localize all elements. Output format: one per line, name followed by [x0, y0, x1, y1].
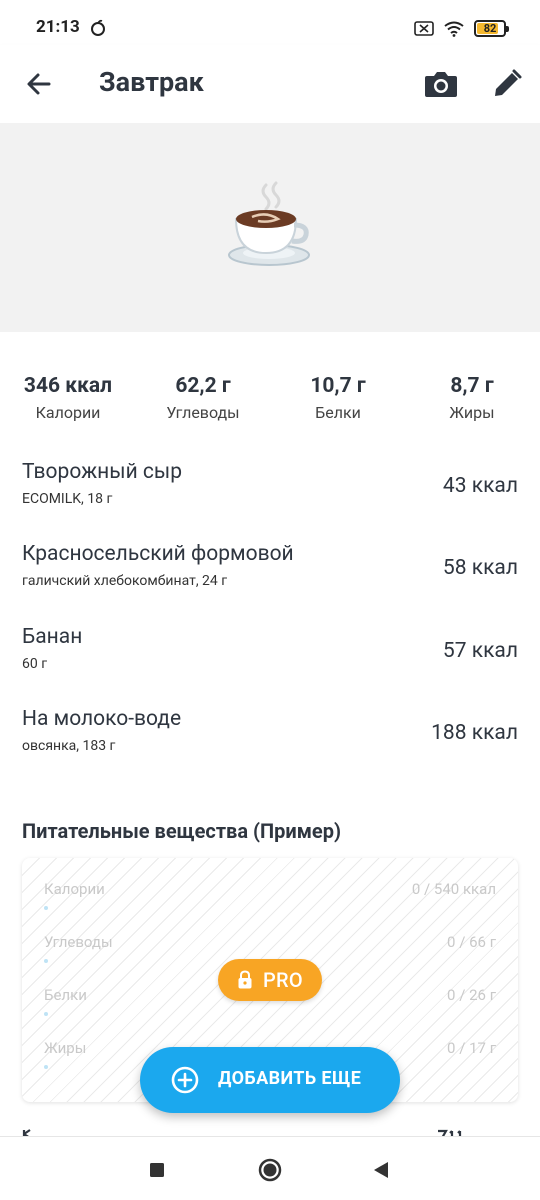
pro-badge-label: PRO [262, 968, 304, 992]
food-item[interactable]: Красносельский формовой галичский хлебок… [0, 542, 540, 612]
nutrient-value: 0 / 26 г [447, 986, 496, 1004]
nutrient-label: Белки [44, 986, 87, 1004]
summary-value: 62,2 г [175, 374, 231, 398]
food-calories: 188 ккал [431, 721, 518, 745]
nutrient-progress-fill [44, 959, 48, 963]
nutrient-progress-fill [44, 906, 48, 910]
food-calories: 57 ккал [442, 639, 518, 663]
food-description: овсянка, 183 г [22, 738, 116, 754]
add-more-label: ДОБАВИТЬ ЕЩЕ [218, 1068, 362, 1089]
battery-level-text: 82 [483, 22, 497, 35]
app-bar: Завтрак [0, 45, 540, 123]
summary-carbs: 62,2 г Углеводы [133, 374, 273, 422]
food-calories: 43 ккал [442, 474, 518, 498]
add-more-button[interactable]: ДОБАВИТЬ ЕЩЕ [140, 1047, 400, 1113]
status-icons: 82 [414, 20, 509, 37]
nutrient-progress-fill [44, 1065, 48, 1069]
plus-circle-icon [171, 1066, 199, 1094]
battery-indicator: 82 [474, 20, 509, 37]
food-name: Банан [22, 625, 83, 649]
nutrition-summary: 346 ккал Калории 62,2 г Углеводы 10,7 г … [0, 374, 540, 426]
food-item[interactable]: Творожный сыр ECOMILK, 18 г 43 ккал [0, 460, 540, 530]
back-triangle-icon[interactable] [364, 1153, 398, 1187]
nutrient-progress-track [44, 1012, 496, 1016]
coffee-cup-icon [228, 181, 310, 266]
sim-off-icon [414, 21, 434, 36]
food-item[interactable]: Банан 60 г 57 ккал [0, 625, 540, 695]
nutrient-row-calories: Калории 0 / 540 ккал [44, 880, 496, 920]
food-description: 60 г [22, 656, 48, 672]
nutrients-section-title: Питательные вещества (Пример) [22, 819, 341, 843]
summary-value: 10,7 г [310, 374, 366, 398]
food-name: Красносельский формовой [22, 542, 294, 566]
back-arrow-icon[interactable] [22, 67, 56, 101]
summary-protein: 10,7 г Белки [268, 374, 408, 422]
lock-icon [238, 970, 252, 989]
pro-badge-button[interactable]: PRO [218, 959, 322, 1001]
food-description: ECOMILK, 18 г [22, 491, 113, 507]
nutrient-value: 0 / 540 ккал [411, 880, 496, 898]
nutrient-value: 0 / 66 г [447, 933, 496, 951]
summary-calories: 346 ккал Калории [0, 374, 138, 422]
meal-photo-area[interactable] [0, 123, 540, 332]
nutrient-label: Жиры [44, 1039, 87, 1057]
food-calories: 58 ккал [442, 556, 518, 580]
summary-value: 8,7 г [450, 374, 494, 398]
summary-label: Калории [35, 403, 101, 422]
food-description: галичский хлебокомбинат, 24 г [22, 573, 228, 589]
app-notification-icon [91, 19, 105, 36]
system-navigation-bar [0, 1136, 540, 1200]
pencil-icon[interactable] [490, 67, 524, 101]
summary-label: Белки [315, 403, 361, 422]
nutrient-label: Калории [44, 880, 105, 898]
food-item[interactable]: На молоко-воде овсянка, 183 г 188 ккал [0, 707, 540, 777]
summary-value: 346 ккал [23, 374, 113, 398]
food-name: На молоко-воде [22, 707, 182, 731]
nutrient-progress-fill [44, 1012, 48, 1016]
page-title: Завтрак [99, 66, 204, 98]
nutrient-label: Углеводы [44, 933, 113, 951]
home-circle-icon[interactable] [253, 1153, 287, 1187]
camera-icon[interactable] [423, 67, 459, 101]
nutrient-value: 0 / 17 г [447, 1039, 496, 1057]
wifi-icon [444, 21, 464, 37]
summary-label: Углеводы [166, 403, 240, 422]
summary-label: Жиры [449, 403, 495, 422]
summary-fats: 8,7 г Жиры [402, 374, 540, 422]
status-time: 21:13 [36, 17, 80, 37]
nutrient-progress-track [44, 906, 496, 910]
food-name: Творожный сыр [22, 460, 183, 484]
recents-square-icon[interactable] [140, 1153, 174, 1187]
